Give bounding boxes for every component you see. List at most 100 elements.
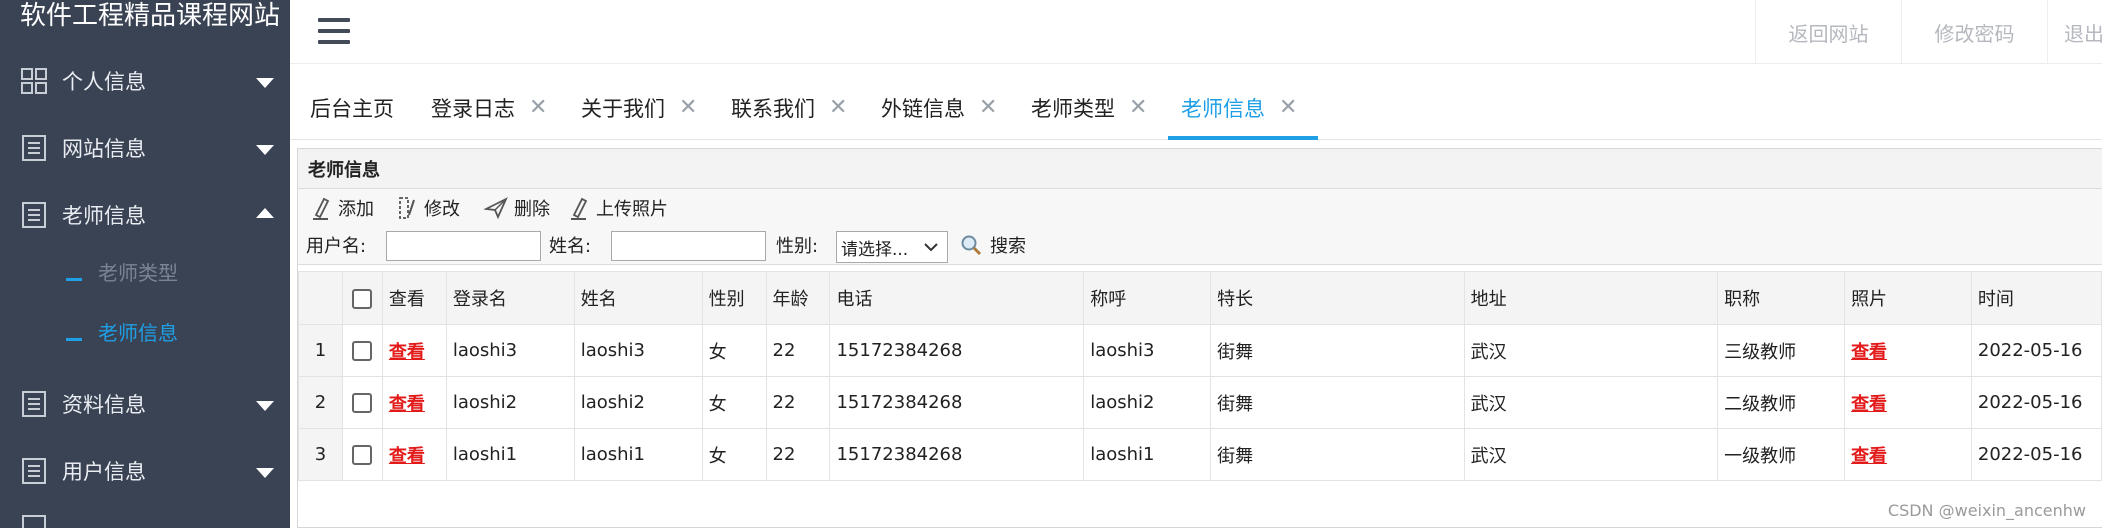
gender-selected-value: 请选择... [841,239,909,260]
column-header[interactable]: 照片 [1844,271,1972,325]
tab-label: 外链信息 [881,97,965,121]
address-cell: 武汉 [1463,428,1719,481]
tab-login-log[interactable]: 登录日志 ✕ [431,76,547,140]
view-link[interactable]: 查看 [389,342,425,363]
table-row[interactable]: 2 查看 laoshi2 laoshi2 女 22 15172384268 la… [298,376,2102,429]
table-row[interactable]: 3 查看 laoshi1 laoshi1 女 22 15172384268 la… [298,428,2102,481]
document-icon [22,391,46,417]
delete-label: 删除 [514,199,550,220]
phone-cell: 15172384268 [829,428,1085,481]
table-row[interactable]: 1 查看 laoshi3 laoshi3 女 22 15172384268 la… [298,324,2102,377]
sidebar-menu-site-info[interactable]: 网站信息 [0,121,290,175]
sidebar-menu-label: 网站信息 [62,137,146,161]
teacher-info-panel: 老师信息 添加 修改 删除 上传照片 用户名: 姓名: 性别: 请选择... 搜… [297,148,2102,528]
address-cell: 武汉 [1463,324,1719,377]
tab-label: 联系我们 [731,97,815,121]
sidebar-menu-label: 老师信息 [62,204,146,228]
sidebar-menu-teacher-info[interactable]: 老师信息 [0,188,290,242]
menu-toggle-icon[interactable] [318,18,350,44]
row-checkbox[interactable] [352,393,373,413]
add-button[interactable]: 添加 [310,193,374,223]
close-icon[interactable]: ✕ [829,97,847,119]
column-header[interactable]: 登录名 [445,271,575,325]
column-header[interactable]: 称呼 [1083,271,1212,325]
gender-cell: 女 [701,324,767,377]
tab-label: 后台主页 [310,97,394,121]
upload-photo-button[interactable]: 上传照片 [568,193,668,223]
tab-teacher-type[interactable]: 老师类型 ✕ [1031,76,1147,140]
view-link[interactable]: 查看 [389,446,425,467]
edit-button[interactable]: 修改 [396,193,460,223]
tab-teacher-info[interactable]: 老师信息 ✕ [1181,76,1297,140]
sidebar-menu-personal-info[interactable]: 个人信息 [0,54,290,108]
sidebar-subitem-teacher-type[interactable]: 老师类型 [0,251,290,307]
row-checkbox[interactable] [352,341,373,361]
teacher-table: 查看 登录名 姓名 性别 年龄 电话 称呼 特长 地址 职称 照片 时间 1 查… [298,271,2102,481]
search-bar: 用户名: 姓名: 性别: 请选择... 搜索 [298,225,2102,265]
column-header[interactable]: 查看 [381,271,447,325]
skill-cell: 街舞 [1210,376,1465,429]
caret-down-icon [256,78,274,88]
rank-cell: 一级教师 [1717,428,1846,481]
column-header[interactable]: 时间 [1970,271,2102,325]
view-cell: 查看 [381,324,447,377]
change-password-link[interactable]: 修改密码 [1901,0,2047,64]
name-cell: laoshi2 [573,376,703,429]
photo-cell: 查看 [1844,376,1972,429]
name-cell: laoshi1 [573,428,703,481]
logout-link[interactable]: 退出 [2047,0,2102,64]
delete-button[interactable]: 删除 [484,193,550,223]
gender-cell: 女 [701,428,767,481]
rank-cell: 三级教师 [1717,324,1846,377]
rank-cell: 二级教师 [1717,376,1846,429]
time-cell: 2022-05-16 [1970,324,2102,377]
close-icon[interactable]: ✕ [979,97,997,119]
row-number: 2 [298,376,343,429]
close-icon[interactable]: ✕ [529,97,547,119]
gender-select[interactable]: 请选择... [836,231,948,263]
column-header[interactable]: 特长 [1210,271,1465,325]
view-link[interactable]: 查看 [389,394,425,415]
column-header[interactable]: 姓名 [573,271,703,325]
caret-down-icon [256,468,274,478]
select-all-checkbox[interactable] [352,288,373,309]
name-input[interactable] [611,231,766,261]
tab-admin-home[interactable]: 后台主页 [310,76,394,140]
phone-cell: 15172384268 [829,376,1085,429]
tab-external-links[interactable]: 外链信息 ✕ [881,76,997,140]
age-cell: 22 [765,324,831,377]
sidebar-menu-user-info[interactable]: 用户信息 [0,444,290,498]
dash-icon [66,337,82,341]
name-cell: laoshi3 [573,324,703,377]
tab-label: 老师信息 [1181,97,1265,121]
sidebar-subitem-teacher-info[interactable]: 老师信息 [0,311,290,367]
search-button[interactable]: 搜索 [960,229,1026,261]
row-checkbox[interactable] [352,445,373,465]
column-header[interactable]: 职称 [1717,271,1846,325]
caret-down-icon [256,401,274,411]
photo-view-link[interactable]: 查看 [1851,342,1887,363]
close-icon[interactable]: ✕ [1129,97,1147,119]
sidebar-menu-label: 资料信息 [62,393,146,417]
sidebar-menu-material-info[interactable]: 资料信息 [0,377,290,431]
document-icon [22,202,46,228]
row-select-cell [341,324,383,377]
tab-about-us[interactable]: 关于我们 ✕ [581,76,697,140]
close-icon[interactable]: ✕ [679,97,697,119]
column-header[interactable]: 地址 [1463,271,1719,325]
photo-cell: 查看 [1844,324,1972,377]
back-to-site-link[interactable]: 返回网站 [1755,0,1901,64]
toolbar: 添加 修改 删除 上传照片 [298,189,2102,225]
column-header[interactable]: 电话 [829,271,1085,325]
sidebar-menu-label: 个人信息 [62,70,146,94]
upload-photo-label: 上传照片 [596,199,668,220]
photo-view-link[interactable]: 查看 [1851,446,1887,467]
tab-contact-us[interactable]: 联系我们 ✕ [731,76,847,140]
username-input[interactable] [386,231,541,261]
column-header[interactable]: 年龄 [765,271,831,325]
sidebar: 软件工程精品课程网站 个人信息 网站信息 老师信息 老师类型 老师信息 资料信息… [0,0,290,528]
photo-view-link[interactable]: 查看 [1851,394,1887,415]
sidebar-subitem-label: 老师信息 [98,320,178,345]
close-icon[interactable]: ✕ [1279,97,1297,119]
column-header[interactable]: 性别 [701,271,767,325]
